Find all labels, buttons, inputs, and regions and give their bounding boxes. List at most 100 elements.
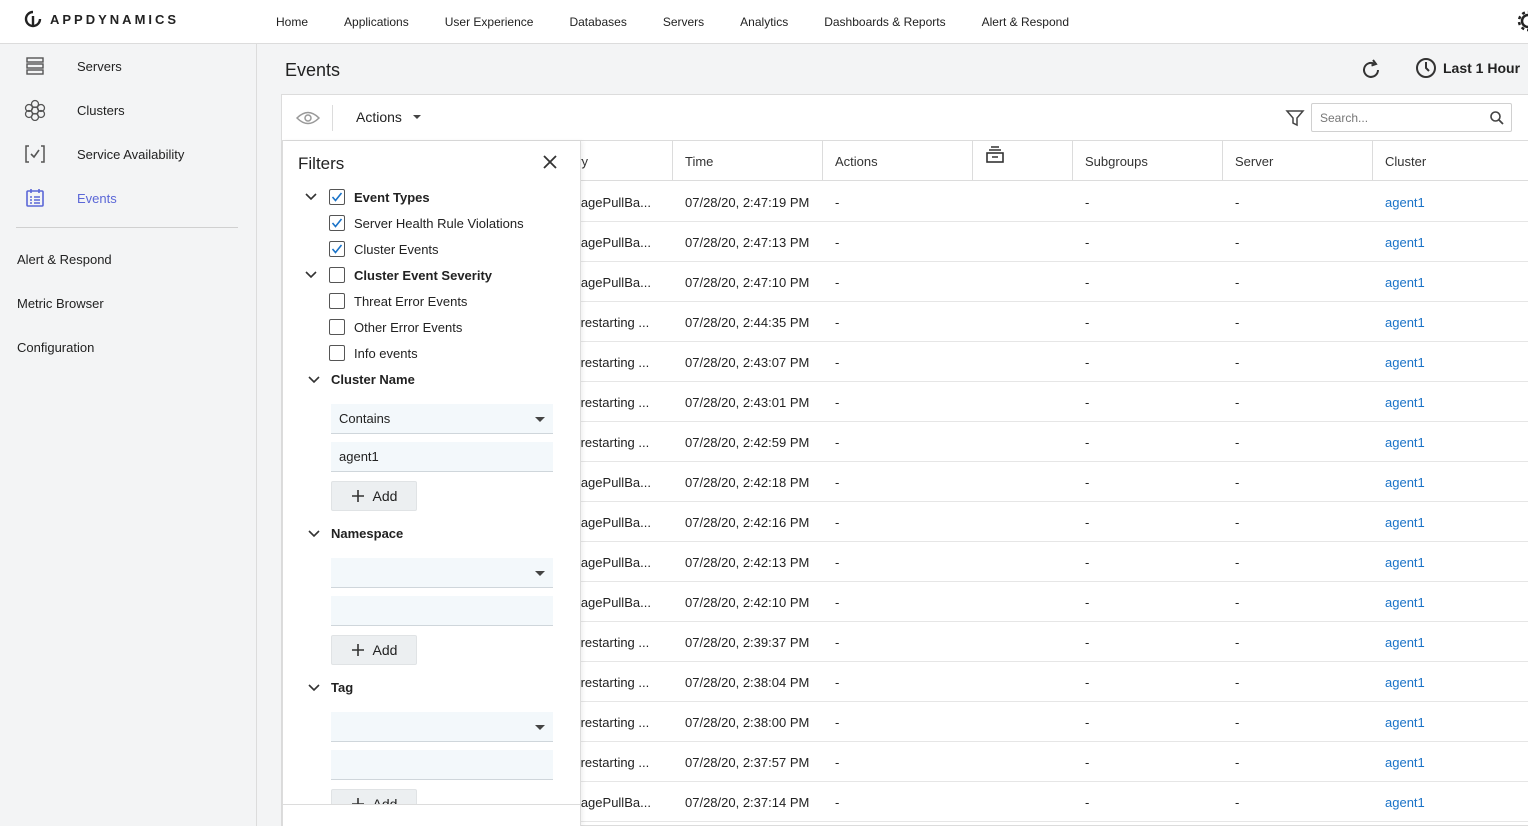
filter-threat-error-events[interactable]: Threat Error Events — [329, 288, 467, 314]
column-header-cluster[interactable]: Cluster — [1373, 141, 1528, 181]
filter-server-health-rule-violations[interactable]: Server Health Rule Violations — [329, 210, 524, 236]
filter-info-events[interactable]: Info events — [329, 340, 418, 366]
sidebar-item-label: Clusters — [77, 102, 125, 118]
chevron-down-icon[interactable] — [307, 681, 321, 695]
cell-cluster[interactable]: agent1 — [1373, 622, 1528, 662]
tag-value-input[interactable] — [331, 750, 553, 780]
cell-actions: - — [835, 514, 840, 530]
cluster-name-operator-select[interactable]: Contains — [331, 404, 553, 434]
checkbox-other-error-events[interactable] — [329, 319, 345, 335]
filter-cluster-events[interactable]: Cluster Events — [329, 236, 439, 262]
chevron-down-icon[interactable] — [307, 373, 321, 387]
sidebar-link-configuration[interactable]: Configuration — [17, 340, 94, 355]
checkbox-threat-error-events[interactable] — [329, 293, 345, 309]
cell-cluster[interactable]: agent1 — [1373, 782, 1528, 822]
nav-applications[interactable]: Applications — [344, 15, 409, 29]
cell-cluster[interactable]: agent1 — [1373, 742, 1528, 782]
nav-analytics[interactable]: Analytics — [740, 15, 788, 29]
filter-event-types[interactable]: Event Types — [329, 184, 430, 210]
cell-cluster[interactable]: agent1 — [1373, 222, 1528, 262]
nav-home[interactable]: Home — [276, 15, 308, 29]
cell-server: - — [1235, 514, 1240, 530]
cell-cluster[interactable]: agent1 — [1373, 382, 1528, 422]
filter-cluster-event-severity[interactable]: Cluster Event Severity — [329, 262, 492, 288]
search-input[interactable] — [1312, 104, 1472, 131]
cell-actions: - — [835, 634, 840, 650]
checkbox-info-events[interactable] — [329, 345, 345, 361]
close-icon[interactable] — [541, 153, 559, 171]
checkbox-cluster-events[interactable] — [329, 241, 345, 257]
cell-subgroups: - — [1085, 794, 1090, 810]
gear-icon[interactable] — [1510, 10, 1528, 32]
nav-dashboards-reports[interactable]: Dashboards & Reports — [824, 15, 945, 29]
plus-icon — [351, 644, 364, 656]
cell-actions: - — [835, 274, 840, 290]
checkmark-icon — [331, 244, 343, 254]
cell-cluster[interactable]: agent1 — [1373, 422, 1528, 462]
sidebar-divider — [16, 227, 238, 228]
cell-cluster[interactable]: agent1 — [1373, 342, 1528, 382]
cell-cluster[interactable]: agent1 — [1373, 582, 1528, 622]
cluster-name-add-button[interactable]: Add — [331, 481, 417, 511]
cell-cluster[interactable]: agent1 — [1373, 262, 1528, 302]
appdynamics-logo[interactable]: APPDYNAMICS — [24, 10, 179, 28]
cluster-name-value-input[interactable]: agent1 — [331, 442, 553, 472]
namespace-add-button[interactable]: Add — [331, 635, 417, 665]
cell-time: 07/28/20, 2:43:01 PM — [685, 394, 810, 410]
nav-user-experience[interactable]: User Experience — [445, 15, 534, 29]
column-header-archive[interactable] — [973, 141, 1073, 181]
filter-icon[interactable] — [1285, 109, 1305, 127]
sidebar-link-alert-respond[interactable]: Alert & Respond — [17, 252, 112, 267]
cell-cluster[interactable]: agent1 — [1373, 662, 1528, 702]
cell-subgroups: - — [1085, 754, 1090, 770]
chevron-down-icon[interactable] — [304, 190, 318, 204]
checkbox-server-health[interactable] — [329, 215, 345, 231]
cell-time: 07/28/20, 2:38:04 PM — [685, 674, 810, 690]
nav-databases[interactable]: Databases — [569, 15, 626, 29]
cell-subgroups: - — [1085, 234, 1090, 250]
sidebar-link-metric-browser[interactable]: Metric Browser — [17, 296, 104, 311]
add-button-label: Add — [372, 642, 398, 658]
namespace-value-input[interactable] — [331, 596, 553, 626]
sidebar-item-service-availability[interactable]: Service Availability — [0, 132, 256, 176]
cell-cluster[interactable]: agent1 — [1373, 702, 1528, 742]
column-header-server[interactable]: Server — [1223, 141, 1373, 181]
time-range-picker[interactable]: Last 1 Hour — [1415, 57, 1520, 79]
events-toolbar: Actions — [282, 95, 1528, 141]
cell-subgroups: - — [1085, 394, 1090, 410]
search-icon[interactable] — [1489, 110, 1505, 126]
chevron-down-icon[interactable] — [307, 527, 321, 541]
cell-cluster[interactable]: agent1 — [1373, 182, 1528, 222]
column-header-subgroups[interactable]: Subgroups — [1073, 141, 1223, 181]
cell-cluster[interactable]: agent1 — [1373, 542, 1528, 582]
namespace-operator-select[interactable] — [331, 558, 553, 588]
nav-servers[interactable]: Servers — [663, 15, 704, 29]
servers-icon — [22, 55, 48, 77]
checkbox-cluster-event-severity[interactable] — [329, 267, 345, 283]
cell-cluster[interactable]: agent1 — [1373, 302, 1528, 342]
cell-subgroups: - — [1085, 314, 1090, 330]
sidebar-item-events[interactable]: Events — [0, 176, 256, 220]
column-header-time[interactable]: Time — [673, 141, 823, 181]
checkbox-event-types[interactable] — [329, 189, 345, 205]
filter-label: Other Error Events — [354, 319, 463, 335]
sidebar-item-servers[interactable]: Servers — [0, 44, 256, 88]
cell-subgroups: - — [1085, 354, 1090, 370]
filter-label: Event Types — [354, 189, 430, 205]
tag-operator-select[interactable] — [331, 712, 553, 742]
refresh-icon[interactable] — [1359, 58, 1383, 82]
cell-server: - — [1235, 274, 1240, 290]
cell-cluster[interactable]: agent1 — [1373, 462, 1528, 502]
toolbar-divider — [332, 105, 333, 131]
cell-server: - — [1235, 354, 1240, 370]
cell-cluster[interactable]: agent1 — [1373, 502, 1528, 542]
chevron-down-icon[interactable] — [304, 268, 318, 282]
sidebar-item-clusters[interactable]: Clusters — [0, 88, 256, 132]
eye-icon[interactable] — [296, 109, 320, 127]
actions-dropdown[interactable]: Actions — [356, 109, 422, 125]
column-header-actions[interactable]: Actions — [823, 141, 973, 181]
nav-alert-respond[interactable]: Alert & Respond — [982, 15, 1069, 29]
filter-other-error-events[interactable]: Other Error Events — [329, 314, 462, 340]
cell-time: 07/28/20, 2:37:14 PM — [685, 794, 810, 810]
cell-server: - — [1235, 594, 1240, 610]
